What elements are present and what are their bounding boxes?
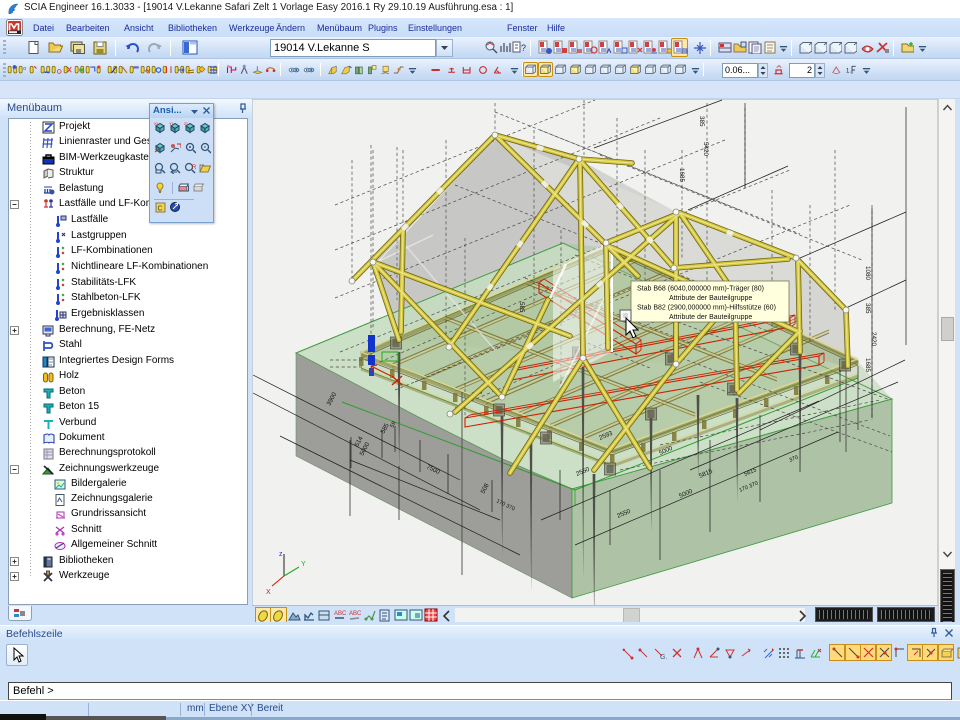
svg-text:Attribute der Bauteilgruppe: Attribute der Bauteilgruppe xyxy=(669,295,752,302)
svg-text:C: C xyxy=(158,206,163,213)
svg-text:Attribute der Bauteilgruppe: Attribute der Bauteilgruppe xyxy=(669,314,752,321)
svg-text:1.: 1. xyxy=(846,68,851,74)
svg-text:XL: XL xyxy=(154,121,160,126)
svg-text:2420: 2420 xyxy=(870,332,877,347)
svg-text:385: 385 xyxy=(864,303,871,314)
svg-text:z: z xyxy=(279,551,283,558)
svg-text:385: 385 xyxy=(698,116,705,127)
svg-text:?: ? xyxy=(521,43,526,53)
svg-text:Stab B82 (2900,000000 mm)-Hilf: Stab B82 (2900,000000 mm)-Hilfsstütze (6… xyxy=(637,305,776,312)
svg-text:5420: 5420 xyxy=(702,142,709,157)
svg-text:R: R xyxy=(192,165,196,171)
svg-text:Y: Y xyxy=(301,561,306,568)
svg-text:1080: 1080 xyxy=(864,266,871,281)
svg-text:ABC: ABC xyxy=(349,611,362,617)
svg-text:ABC: ABC xyxy=(334,611,347,617)
svg-text:X: X xyxy=(266,589,271,596)
svg-text:1685: 1685 xyxy=(678,168,685,183)
svg-text:ZL: ZL xyxy=(184,121,189,126)
svg-text:Stab B68 (6040,000000 mm)-Träg: Stab B68 (6040,000000 mm)-Träger (80) xyxy=(637,286,764,293)
svg-text:o: o xyxy=(23,66,26,72)
svg-text:1685: 1685 xyxy=(864,358,871,373)
svg-text:G.: G. xyxy=(660,654,667,660)
svg-text:585: 585 xyxy=(518,302,525,313)
svg-text:YL: YL xyxy=(169,121,175,126)
